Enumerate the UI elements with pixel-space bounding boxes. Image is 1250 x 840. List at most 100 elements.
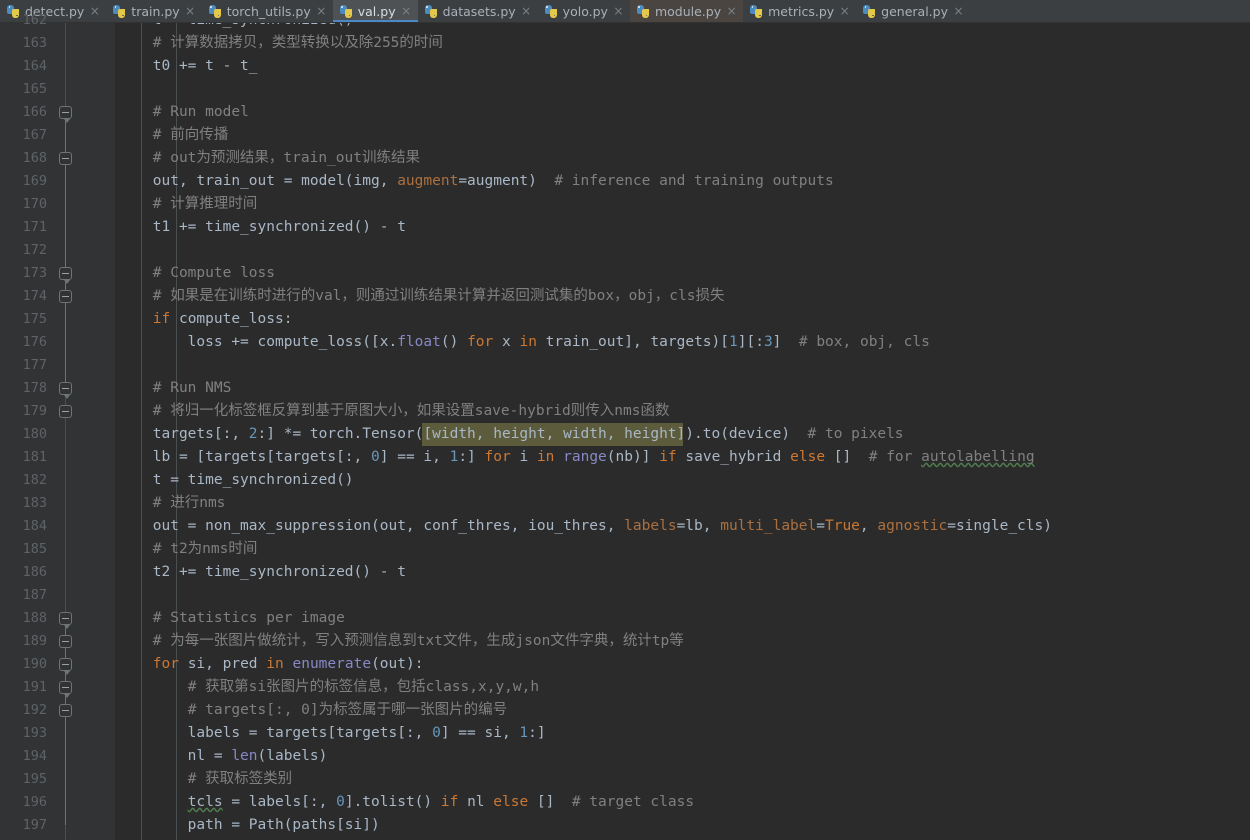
- fold-toggle-icon[interactable]: [59, 612, 72, 629]
- fold-toggle-icon[interactable]: [59, 405, 72, 418]
- editor-tab-metrics-py[interactable]: metrics.py ×: [743, 0, 857, 22]
- code-line[interactable]: lb = [targets[targets[:, 0] == i, 1:] fo…: [115, 446, 1250, 469]
- code-editor[interactable]: 162 163 164 165 166 167 168 169 170 171 172 173 174 1…: [0, 12, 1250, 840]
- line-number: 184: [22, 518, 47, 534]
- fold-toggle-icon[interactable]: [59, 106, 72, 123]
- line-number: 177: [22, 357, 47, 373]
- line-number: 178: [22, 380, 47, 396]
- code-line[interactable]: # t2为nms时间: [115, 538, 1250, 561]
- line-number: 180: [22, 426, 47, 442]
- line-number: 191: [22, 679, 47, 695]
- line-number: 182: [22, 472, 47, 488]
- editor-tab-yolo-py[interactable]: yolo.py ×: [537, 0, 630, 22]
- line-number: 175: [22, 311, 47, 327]
- line-number: 169: [22, 173, 47, 189]
- line-number: 167: [22, 127, 47, 143]
- python-file-icon: [863, 4, 876, 18]
- tab-close-icon[interactable]: ×: [185, 0, 196, 22]
- code-line[interactable]: t2 += time_synchronized() - t: [115, 561, 1250, 584]
- code-line[interactable]: # Statistics per image: [115, 607, 1250, 630]
- code-line[interactable]: # 前向传播: [115, 124, 1250, 147]
- code-line[interactable]: for si, pred in enumerate(out):: [115, 653, 1250, 676]
- code-line[interactable]: out, train_out = model(img, augment=augm…: [115, 170, 1250, 193]
- code-line[interactable]: # 进行nms: [115, 492, 1250, 515]
- editor-tab-train-py[interactable]: train.py ×: [106, 0, 202, 22]
- code-line[interactable]: nl = len(labels): [115, 745, 1250, 768]
- code-line[interactable]: labels = targets[targets[:, 0] == si, 1:…: [115, 722, 1250, 745]
- code-line[interactable]: # targets[:, 0]为标签属于哪一张图片的编号: [115, 699, 1250, 722]
- fold-toggle-icon[interactable]: [59, 704, 72, 717]
- code-line[interactable]: tcls = labels[:, 0].tolist() if nl else …: [115, 791, 1250, 814]
- line-number: 197: [22, 817, 47, 833]
- code-line[interactable]: t1 += time_synchronized() - t: [115, 216, 1250, 239]
- tab-close-icon[interactable]: ×: [521, 0, 532, 22]
- line-number: 193: [22, 725, 47, 741]
- editor-tab-module-py[interactable]: module.py ×: [629, 0, 744, 22]
- code-line[interactable]: out = non_max_suppression(out, conf_thre…: [115, 515, 1250, 538]
- code-line[interactable]: [115, 78, 1250, 101]
- line-number: 181: [22, 449, 47, 465]
- fold-toggle-icon[interactable]: [59, 267, 72, 284]
- fold-toggle-icon[interactable]: [59, 382, 72, 399]
- fold-toggle-icon[interactable]: [59, 290, 72, 303]
- tab-close-icon[interactable]: ×: [613, 0, 624, 22]
- code-line[interactable]: # 获取第si张图片的标签信息，包括class,x,y,w,h: [115, 676, 1250, 699]
- line-number: 187: [22, 587, 47, 603]
- tab-label: module.py: [654, 3, 722, 19]
- tab-close-icon[interactable]: ×: [401, 0, 412, 22]
- line-number: 183: [22, 495, 47, 511]
- editor-tab-bar[interactable]: detect.py × train.py × torch_utils.py × val.py…: [0, 0, 1250, 23]
- tab-label: general.py: [881, 3, 948, 19]
- line-number: 165: [22, 81, 47, 97]
- code-line[interactable]: t0 += t - t_: [115, 55, 1250, 78]
- line-number: 195: [22, 771, 47, 787]
- code-line[interactable]: # out为预测结果，train_out训练结果: [115, 147, 1250, 170]
- fold-region-line: [65, 618, 66, 825]
- code-line[interactable]: # 将归一化标签框反算到基于原图大小，如果设置save-hybrid则传入nms…: [115, 400, 1250, 423]
- tab-label: yolo.py: [562, 3, 608, 19]
- line-number: 186: [22, 564, 47, 580]
- code-line[interactable]: path = Path(paths[si]): [115, 814, 1250, 837]
- code-line[interactable]: # Run model: [115, 101, 1250, 124]
- fold-toggle-icon[interactable]: [59, 152, 72, 165]
- code-line[interactable]: [115, 354, 1250, 377]
- fold-toggle-icon[interactable]: [59, 658, 72, 675]
- code-line[interactable]: [115, 584, 1250, 607]
- python-file-icon: [544, 4, 558, 18]
- line-number: 166: [22, 104, 47, 120]
- code-line[interactable]: # 计算推理时间: [115, 193, 1250, 216]
- code-surface[interactable]: t = time_synchronized() # 计算数据拷贝，类型转换以及除…: [115, 23, 1250, 840]
- tab-close-icon[interactable]: ×: [953, 0, 964, 22]
- line-number: 172: [22, 242, 47, 258]
- code-line[interactable]: [115, 239, 1250, 262]
- editor-tab-datasets-py[interactable]: datasets.py ×: [417, 0, 538, 22]
- tab-close-icon[interactable]: ×: [316, 0, 327, 22]
- line-number: 192: [22, 702, 47, 718]
- tab-close-icon[interactable]: ×: [726, 0, 737, 22]
- fold-toggle-icon[interactable]: [59, 681, 72, 698]
- code-line[interactable]: # 如果是在训练时进行的val，则通过训练结果计算并返回测试集的box，obj，…: [115, 285, 1250, 308]
- code-line[interactable]: # 为每一张图片做统计，写入预测信息到txt文件，生成json文件字典，统计tp…: [115, 630, 1250, 653]
- code-line[interactable]: loss += compute_loss([x.float() for x in…: [115, 331, 1250, 354]
- code-line[interactable]: t = time_synchronized(): [115, 23, 1250, 32]
- code-line[interactable]: targets[:, 2:] *= torch.Tensor([width, h…: [115, 423, 1250, 446]
- code-line[interactable]: t = time_synchronized(): [115, 469, 1250, 492]
- code-line[interactable]: if compute_loss:: [115, 308, 1250, 331]
- code-line[interactable]: # 计算数据拷贝，类型转换以及除255的时间: [115, 32, 1250, 55]
- code-line[interactable]: # Run NMS: [115, 377, 1250, 400]
- editor-gutter[interactable]: 162 163 164 165 166 167 168 169 170 171 172 173 174 1…: [0, 12, 115, 840]
- tab-label: val.py: [357, 3, 396, 19]
- editor-tab-torch_utils-py[interactable]: torch_utils.py ×: [201, 0, 333, 22]
- tab-close-icon[interactable]: ×: [89, 0, 100, 22]
- python-file-icon: [339, 4, 353, 18]
- code-line[interactable]: # Compute loss: [115, 262, 1250, 285]
- fold-toggle-icon[interactable]: [59, 635, 72, 648]
- tab-close-icon[interactable]: ×: [839, 0, 850, 22]
- tab-label: metrics.py: [768, 3, 835, 19]
- editor-tab-general-py[interactable]: general.py ×: [856, 0, 970, 22]
- code-line[interactable]: # 获取标签类别: [115, 768, 1250, 791]
- python-file-icon: [636, 4, 650, 18]
- line-number: 185: [22, 541, 47, 557]
- editor-tab-val-py[interactable]: val.py ×: [332, 0, 418, 22]
- line-number: 163: [22, 35, 47, 51]
